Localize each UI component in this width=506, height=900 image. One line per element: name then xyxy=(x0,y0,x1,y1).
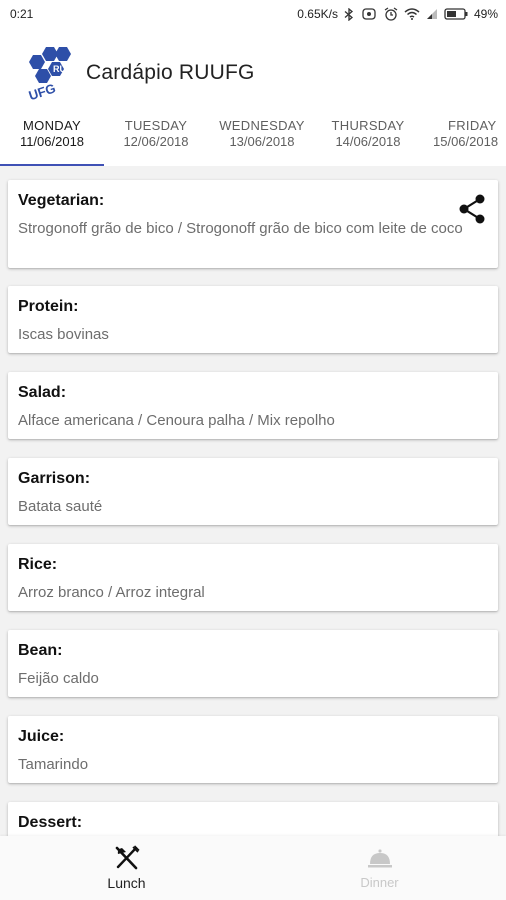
menu-card-title: Protein: xyxy=(18,298,79,315)
tab-date-label: 11/06/2018 xyxy=(19,134,85,149)
menu-card-title: Salad: xyxy=(18,384,67,401)
tab-wednesday[interactable]: WEDNESDAY 13/06/2018 xyxy=(208,118,316,166)
day-tabs: MONDAY 11/06/2018 TUESDAY 12/06/2018 WED… xyxy=(0,118,506,167)
menu-card-title: Garrison: xyxy=(18,470,91,487)
tab-tuesday[interactable]: TUESDAY 12/06/2018 xyxy=(104,118,208,166)
menu-card-protein[interactable]: Protein: Iscas bovinas xyxy=(8,286,498,353)
vibrate-icon xyxy=(362,8,376,20)
wifi-icon xyxy=(404,8,420,20)
ru-ufg-logo: RU UFG xyxy=(27,47,71,101)
menu-card-body: Alface americana / Cenoura palha / Mix r… xyxy=(18,412,335,429)
tab-day-label: THURSDAY xyxy=(331,118,405,133)
logo-ru-text: RU xyxy=(53,64,66,74)
logo-ufg-text: UFG xyxy=(27,81,58,101)
menu-card-dessert[interactable]: Dessert: xyxy=(8,802,498,836)
menu-card-body: Arroz branco / Arroz integral xyxy=(18,584,205,601)
menu-card-rice[interactable]: Rice: Arroz branco / Arroz integral xyxy=(8,544,498,611)
status-icons: 0.65K/s 49% xyxy=(297,7,498,21)
menu-card-title: Vegetarian: xyxy=(18,192,105,209)
tab-day-label: TUESDAY xyxy=(124,118,188,133)
battery-icon xyxy=(444,8,468,20)
network-speed: 0.65K/s xyxy=(297,7,338,21)
menu-card-title: Juice: xyxy=(18,728,65,745)
share-icon[interactable] xyxy=(458,194,486,224)
menu-card-body: Tamarindo xyxy=(18,756,89,773)
bluetooth-icon xyxy=(344,7,353,21)
menu-list[interactable]: Vegetarian: Strogonoff grão de bico / St… xyxy=(0,166,506,836)
tab-thursday[interactable]: THURSDAY 14/06/2018 xyxy=(316,118,420,166)
menu-card-title: Dessert: xyxy=(18,814,83,831)
menu-card-vegetarian[interactable]: Vegetarian: Strogonoff grão de bico / St… xyxy=(8,180,498,268)
battery-percent: 49% xyxy=(473,7,498,21)
nav-lunch[interactable]: Lunch xyxy=(0,836,253,900)
fork-knife-icon xyxy=(115,845,140,870)
tab-day-label: WEDNESDAY xyxy=(219,118,305,133)
menu-card-body: Iscas bovinas xyxy=(18,326,109,343)
cloche-icon xyxy=(367,849,392,867)
menu-card-body: Batata sauté xyxy=(18,498,103,515)
nav-dinner[interactable]: Dinner xyxy=(253,836,506,900)
bottom-nav: Lunch Dinner xyxy=(0,836,506,900)
app-bar: RU UFG Cardápio RUUFG xyxy=(0,28,506,118)
tab-monday[interactable]: MONDAY 11/06/2018 xyxy=(0,118,104,166)
nav-dinner-label: Dinner xyxy=(360,874,399,890)
status-time: 0:21 xyxy=(10,7,34,21)
menu-card-body: Feijão caldo xyxy=(18,670,99,687)
menu-card-bean[interactable]: Bean: Feijão caldo xyxy=(8,630,498,697)
status-bar: 0:21 0.65K/s 49% xyxy=(0,0,506,28)
menu-card-garrison[interactable]: Garrison: Batata sauté xyxy=(8,458,498,525)
nav-lunch-label: Lunch xyxy=(107,875,146,891)
tab-date-label: 13/06/2018 xyxy=(229,134,295,149)
app-title: Cardápio RUUFG xyxy=(86,61,255,84)
tab-day-label: FRIDAY xyxy=(448,118,497,133)
menu-card-title: Bean: xyxy=(18,642,63,659)
tab-date-label: 15/06/2018 xyxy=(433,134,499,149)
menu-card-salad[interactable]: Salad: Alface americana / Cenoura palha … xyxy=(8,372,498,439)
menu-card-body: Strogonoff grão de bico / Strogonoff grã… xyxy=(18,220,463,237)
tab-day-label: MONDAY xyxy=(23,118,81,133)
tab-date-label: 14/06/2018 xyxy=(335,134,401,149)
alarm-icon xyxy=(384,7,398,21)
tab-friday[interactable]: FRIDAY 15/06/2018 xyxy=(424,118,506,166)
tab-date-label: 12/06/2018 xyxy=(123,134,189,149)
menu-card-title: Rice: xyxy=(18,556,58,573)
signal-icon xyxy=(426,9,437,19)
menu-card-juice[interactable]: Juice: Tamarindo xyxy=(8,716,498,783)
